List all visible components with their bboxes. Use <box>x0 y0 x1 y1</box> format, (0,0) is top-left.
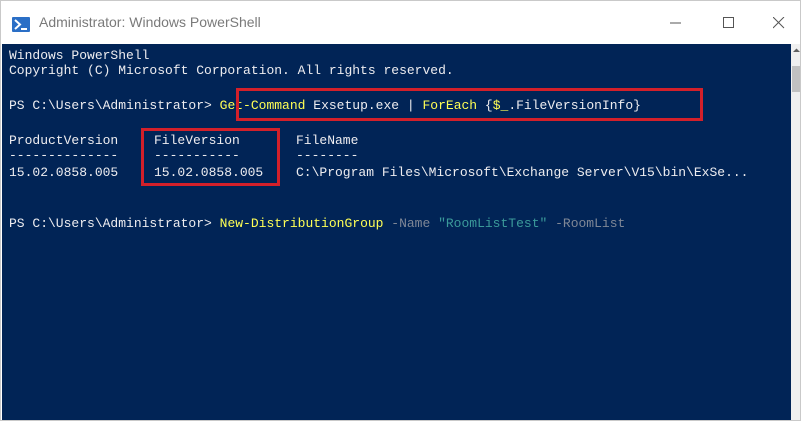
powershell-window: Administrator: Windows PowerShell Window… <box>0 0 801 421</box>
parameter-roomlist: -RoomList <box>547 216 626 231</box>
vertical-scrollbar[interactable] <box>791 44 800 420</box>
prompt: PS C:\Users\Administrator> <box>9 98 220 113</box>
banner-line: Windows PowerShell <box>9 48 150 63</box>
scroll-thumb[interactable] <box>792 66 800 92</box>
table-header-product-version: ProductVersion <box>9 133 119 148</box>
table-header-file-name: FileName <box>296 133 359 148</box>
copyright-line: Copyright (C) Microsoft Corporation. All… <box>9 63 454 78</box>
cmdlet-new-distribution-group: New-DistributionGroup <box>219 216 384 231</box>
maximize-button[interactable] <box>706 1 752 44</box>
scroll-up-icon[interactable] <box>793 48 800 53</box>
highlight-box-file-version <box>141 128 280 186</box>
close-icon <box>773 17 785 29</box>
window-title: Administrator: Windows PowerShell <box>39 14 261 30</box>
close-button[interactable] <box>756 1 800 44</box>
title-bar[interactable]: Administrator: Windows PowerShell <box>1 1 800 44</box>
string-argument: "RoomListTest" <box>438 216 548 231</box>
maximize-icon <box>723 17 734 28</box>
minimize-button[interactable] <box>653 1 699 44</box>
highlight-box-command <box>236 88 703 121</box>
minimize-icon <box>670 22 681 24</box>
table-separator: -------------- <box>9 148 119 163</box>
console-output[interactable]: Windows PowerShell Copyright (C) Microso… <box>2 44 791 420</box>
table-cell-product-version: 15.02.0858.005 <box>9 165 119 180</box>
table-separator: -------- <box>296 148 359 163</box>
prompt: PS C:\Users\Administrator> <box>9 216 220 231</box>
table-cell-file-name: C:\Program Files\Microsoft\Exchange Serv… <box>296 165 749 180</box>
command-line-2: PS C:\Users\Administrator> New-Distribut… <box>9 216 625 231</box>
powershell-icon <box>12 17 30 32</box>
parameter-name: -Name <box>383 216 439 231</box>
